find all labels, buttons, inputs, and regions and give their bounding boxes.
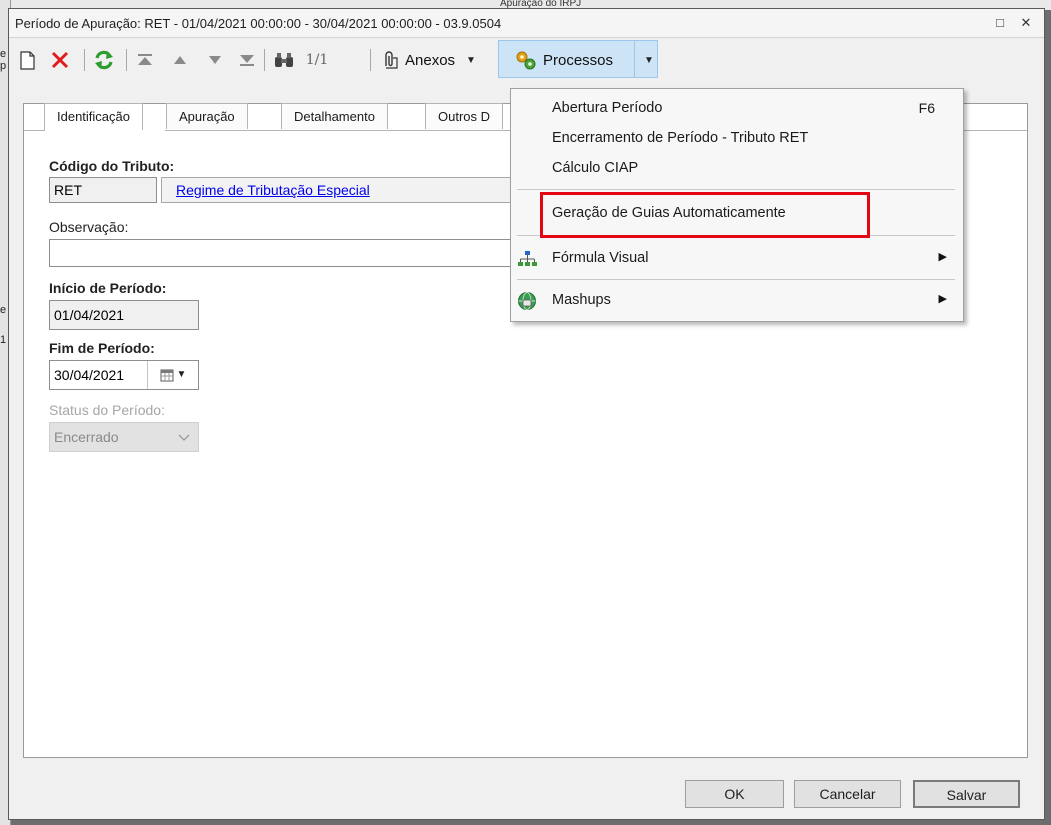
menu-item-label: Geração de Guias Automaticamente	[552, 205, 786, 221]
process-gears-icon	[516, 51, 536, 70]
codigo-tributo-field[interactable]: RET	[49, 177, 157, 203]
fim-periodo-value: 30/04/2021	[54, 367, 125, 383]
tab-detalhamento[interactable]: Detalhamento	[281, 103, 388, 129]
toolbar-separator	[126, 49, 127, 71]
observacao-label: Observação:	[49, 219, 129, 235]
menu-item-label: Fórmula Visual	[552, 250, 649, 266]
tributo-description-field[interactable]: Regime de Tributação Especial	[161, 177, 521, 203]
menu-item-abertura-periodo[interactable]: Abertura Período F6	[511, 95, 963, 123]
delete-button[interactable]	[48, 48, 72, 72]
menu-item-formula-visual[interactable]: Fórmula Visual ▶	[511, 245, 963, 273]
anexos-label: Anexos	[405, 51, 456, 69]
page-indicator: 1/1	[305, 52, 329, 68]
hierarchy-icon	[518, 251, 537, 266]
calendar-dropdown-button[interactable]: ▼	[147, 361, 198, 389]
background-letter: p	[0, 60, 7, 72]
tab-apuracao[interactable]: Apuração	[166, 103, 248, 129]
menu-item-mashups[interactable]: Mashups ▶	[511, 287, 963, 315]
chevron-down-icon: ▼	[466, 54, 476, 66]
chevron-down-icon: ▼	[644, 54, 654, 66]
submenu-arrow-icon: ▶	[938, 251, 947, 263]
refresh-icon	[95, 50, 113, 70]
processos-button[interactable]: Processos	[514, 48, 632, 72]
title-bar: Período de Apuração: RET - 01/04/2021 00…	[9, 9, 1044, 38]
background-letter: e	[0, 304, 7, 316]
last-record-icon	[240, 55, 254, 66]
next-record-icon	[209, 56, 221, 64]
calendar-icon	[160, 369, 174, 382]
ok-button[interactable]: OK	[685, 780, 784, 808]
menu-item-calculo-ciap[interactable]: Cálculo CIAP	[511, 155, 963, 183]
find-button[interactable]	[272, 48, 296, 72]
first-record-button[interactable]	[134, 48, 156, 72]
new-document-icon	[20, 51, 35, 70]
menu-item-label: Mashups	[552, 292, 611, 308]
observacao-field[interactable]	[49, 239, 519, 267]
codigo-tributo-label: Código do Tributo:	[49, 158, 175, 174]
status-periodo-value: Encerrado	[54, 429, 119, 445]
refresh-button[interactable]	[90, 48, 118, 72]
tab-outros[interactable]: Outros D	[425, 103, 504, 129]
delete-icon	[51, 51, 69, 69]
globe-icon	[518, 292, 536, 310]
status-periodo-label: Status do Período:	[49, 402, 165, 418]
chevron-down-icon	[178, 434, 190, 441]
submenu-arrow-icon: ▶	[938, 293, 947, 305]
status-periodo-select[interactable]: Encerrado	[49, 422, 199, 452]
menu-separator	[517, 189, 955, 190]
last-record-button[interactable]	[236, 48, 258, 72]
menu-item-shortcut: F6	[918, 100, 935, 116]
menu-separator	[517, 279, 955, 280]
window-title: Período de Apuração: RET - 01/04/2021 00…	[15, 16, 502, 31]
menu-separator	[517, 235, 955, 236]
toolbar-separator	[264, 49, 265, 71]
menu-item-geracao-guias[interactable]: Geração de Guias Automaticamente	[511, 200, 963, 228]
close-button[interactable]: ✕	[1016, 13, 1036, 33]
active-tab-gap	[45, 130, 165, 132]
paperclip-icon	[385, 51, 398, 69]
background-letter: 1	[0, 334, 7, 346]
processos-label: Processos	[543, 51, 614, 69]
fim-periodo-label: Fim de Período:	[49, 340, 155, 356]
toolbar-separator	[370, 49, 371, 71]
menu-item-label: Abertura Período	[552, 100, 663, 116]
previous-record-button[interactable]	[170, 48, 190, 72]
menu-item-label: Encerramento de Período - Tributo RET	[552, 130, 809, 146]
anexos-button[interactable]: Anexos ▼	[380, 48, 500, 72]
inicio-periodo-field[interactable]: 01/04/2021	[49, 300, 199, 330]
toolbar-separator	[84, 49, 85, 71]
processos-dropdown-arrow[interactable]: ▼	[640, 48, 658, 72]
menu-item-encerramento-periodo[interactable]: Encerramento de Período - Tributo RET	[511, 125, 963, 153]
restore-button[interactable]: □	[990, 13, 1010, 33]
find-icon	[275, 53, 293, 67]
tab-identificacao[interactable]: Identificação	[44, 103, 143, 131]
first-record-icon	[138, 54, 152, 65]
cancelar-button[interactable]: Cancelar	[794, 780, 901, 808]
inicio-periodo-label: Início de Período:	[49, 280, 167, 296]
previous-record-icon	[174, 56, 186, 64]
new-button[interactable]	[16, 48, 38, 72]
salvar-button[interactable]: Salvar	[913, 780, 1020, 808]
background-letter: e	[0, 48, 7, 60]
processos-menu: Abertura Período F6 Encerramento de Perí…	[510, 88, 964, 322]
processos-split-divider	[634, 40, 635, 78]
next-record-button[interactable]	[205, 48, 225, 72]
menu-item-label: Cálculo CIAP	[552, 160, 639, 176]
regime-tributacao-link[interactable]: Regime de Tributação Especial	[176, 182, 370, 198]
chevron-down-icon: ▼	[176, 369, 187, 380]
fim-periodo-field[interactable]: 30/04/2021 ▼	[49, 360, 199, 390]
